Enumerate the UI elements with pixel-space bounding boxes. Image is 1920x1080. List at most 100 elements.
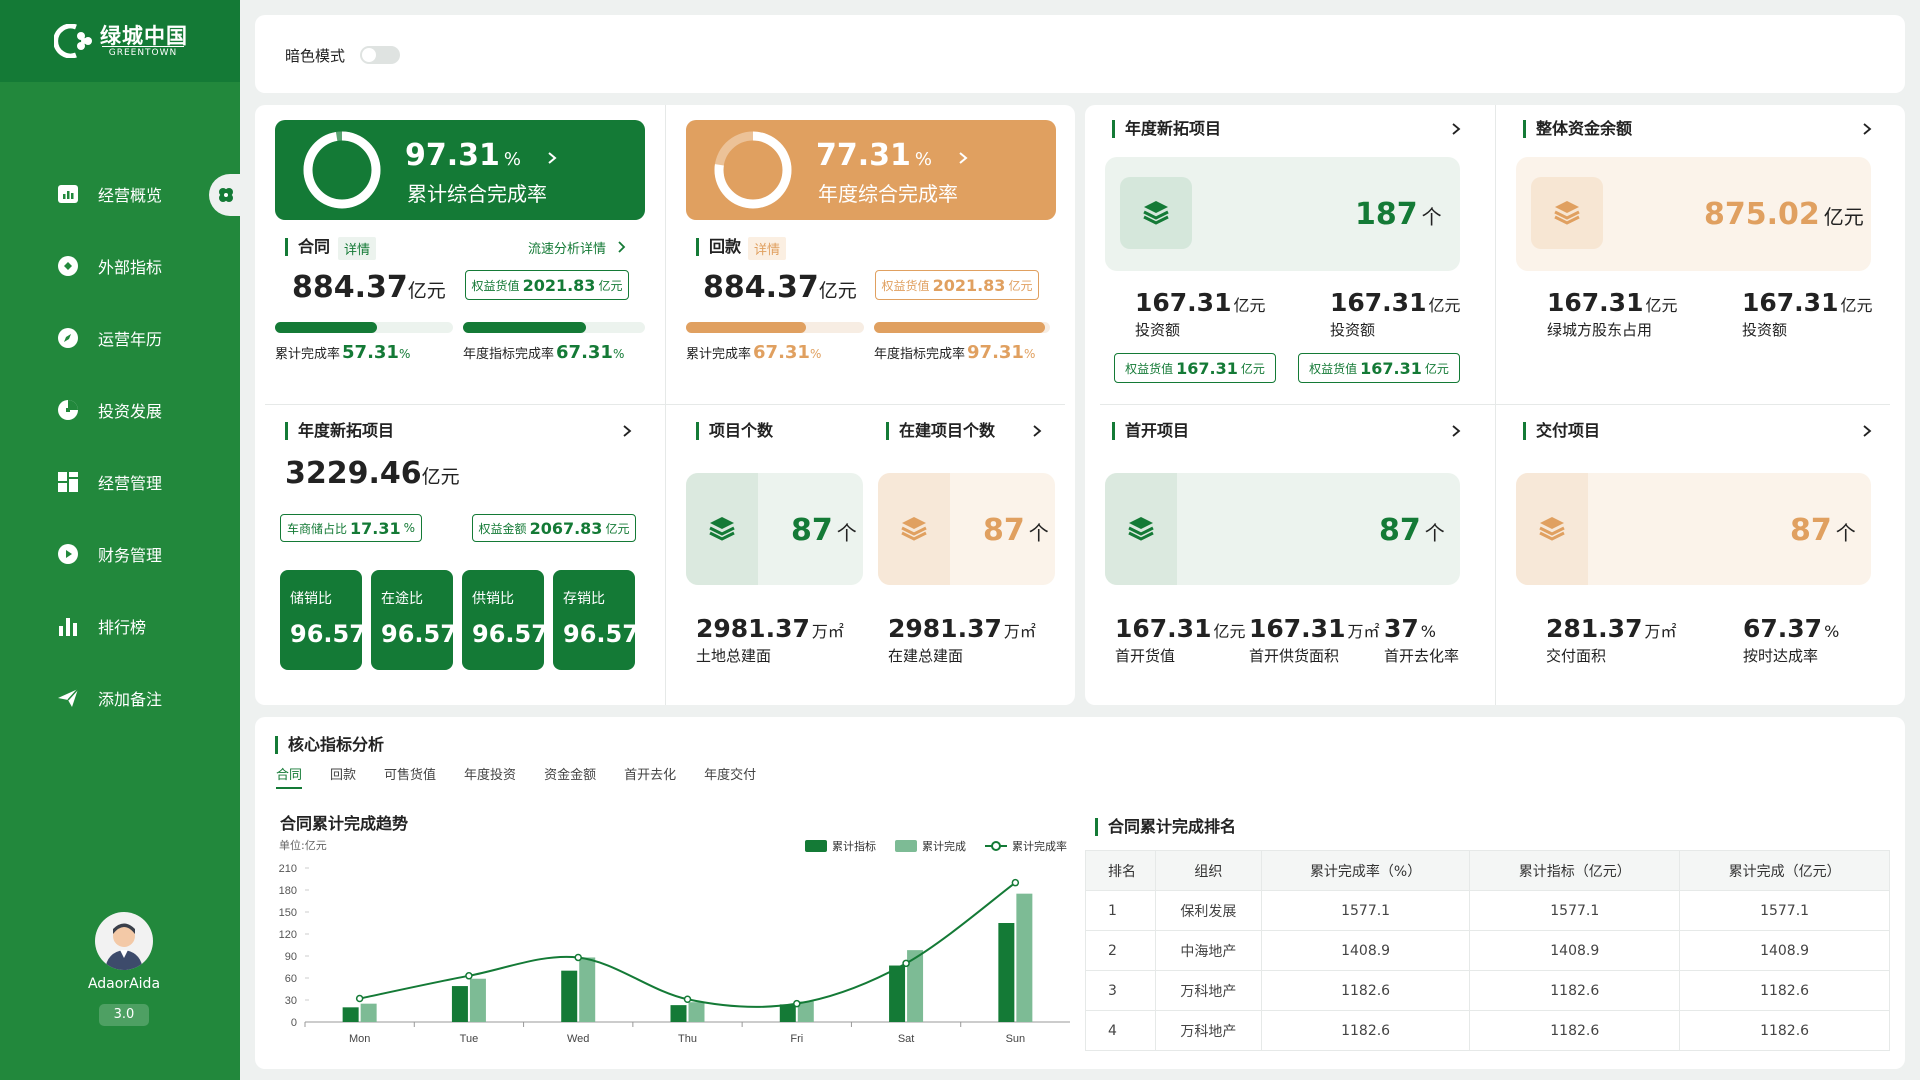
- project-count-box[interactable]: 87 个: [686, 473, 863, 585]
- building-count-box[interactable]: 87 个: [878, 473, 1055, 585]
- nav-item-notes[interactable]: 添加备注: [56, 678, 226, 718]
- nav-item-management[interactable]: 经营管理: [56, 462, 226, 502]
- contract-cum-bar: [275, 322, 453, 333]
- delivery-box[interactable]: 87 个: [1516, 473, 1871, 585]
- chevron-right-icon[interactable]: [1030, 424, 1044, 438]
- nav-item-ranking[interactable]: 排行榜: [56, 606, 226, 646]
- col-done[interactable]: 累计完成（亿元）: [1679, 850, 1890, 891]
- tab-funds[interactable]: 资金金额: [544, 764, 596, 789]
- legend-swatch: [991, 841, 1001, 851]
- payback-equity-pill: 权益货值 2021.83 亿元: [875, 270, 1039, 300]
- contract-year-bar: [463, 322, 645, 333]
- nav-item-invest[interactable]: 投资发展: [56, 390, 226, 430]
- col-rank[interactable]: 排名: [1085, 850, 1156, 891]
- legend-label: 累计指标: [832, 839, 876, 853]
- legend-label: 累计完成率: [1012, 839, 1067, 853]
- nav-label: 排行榜: [98, 618, 147, 637]
- nav-item-finance[interactable]: 财务管理: [56, 534, 226, 574]
- greentown-logo-icon: [54, 24, 92, 58]
- dark-mode-label: 暗色模式: [285, 47, 346, 65]
- ratio-tile[interactable]: 存销比 96.57: [553, 570, 639, 670]
- new-projects-pill-equity: 权益金额 2067.83 亿元: [472, 514, 636, 542]
- nav-item-overview[interactable]: 经营概览: [56, 174, 226, 214]
- bar-done: [688, 1002, 705, 1022]
- chevron-right-icon[interactable]: [1860, 122, 1874, 136]
- avatar[interactable]: [95, 912, 153, 970]
- building-count-title: 在建项目个数: [886, 422, 995, 440]
- table-row[interactable]: 1 保利发展 1577.1 1577.1 1577.1: [1085, 890, 1890, 931]
- brand-name-en: GREENTOWN: [102, 46, 184, 58]
- y-tick-label: 90: [285, 951, 297, 963]
- play-icon: [58, 544, 78, 564]
- bar-target: [451, 986, 468, 1022]
- ratio-tile[interactable]: 供销比 96.57: [462, 570, 548, 670]
- tab-payback[interactable]: 回款: [330, 764, 356, 789]
- bar-target: [561, 970, 578, 1022]
- delivery-area-stat: 281.37 万㎡ 交付面积: [1546, 614, 1677, 665]
- rate-point: [793, 999, 801, 1008]
- payback-detail-tag[interactable]: 详情: [748, 237, 787, 260]
- y-tick-label: 30: [285, 995, 297, 1007]
- contract-hero-pct: 97.31: [405, 138, 500, 173]
- table-row[interactable]: 4 万科地产 1182.6 1182.6 1182.6: [1085, 1010, 1890, 1051]
- payback-hero[interactable]: 77.31% 年度综合完成率: [686, 120, 1056, 220]
- equity-pill: 权益货值 167.31 亿元: [1114, 353, 1276, 383]
- sidebar-collapse-button[interactable]: [209, 174, 243, 216]
- top-bar: 暗色模式: [255, 15, 1905, 93]
- core-tabs: 合同 回款 可售货值 年度投资 资金金额 首开去化 年度交付: [276, 764, 784, 789]
- delivery-title: 交付项目: [1523, 422, 1600, 440]
- chevron-right-icon[interactable]: [1449, 122, 1463, 136]
- new-projects-count-box[interactable]: 187 个: [1105, 157, 1460, 271]
- rate-point: [355, 994, 364, 1003]
- rate-point: [683, 995, 692, 1004]
- payback-hero-pct: 77.31: [816, 138, 911, 173]
- nav-label: 投资发展: [98, 402, 163, 421]
- col-org[interactable]: 组织: [1155, 850, 1262, 891]
- chevron-right-icon[interactable]: [620, 424, 634, 438]
- bar-target: [998, 923, 1015, 1022]
- first-open-rate-stat: 37% 首开去化率: [1384, 614, 1460, 665]
- user-name: AdaorAida: [87, 976, 161, 992]
- dark-mode-toggle[interactable]: [360, 46, 400, 64]
- ranking-table: 排名 组织 累计完成率（%） 累计指标（亿元） 累计完成（亿元） 1 保利发展 15…: [1085, 850, 1890, 1051]
- tab-first-open[interactable]: 首开去化: [624, 764, 676, 789]
- ratio-tile[interactable]: 储销比 96.57: [280, 570, 366, 670]
- tab-annual-invest[interactable]: 年度投资: [464, 764, 516, 789]
- funds-title: 整体资金余额: [1523, 120, 1632, 138]
- nav-item-calendar[interactable]: 运营年历: [56, 318, 226, 358]
- first-open-box[interactable]: 87 个: [1105, 473, 1460, 585]
- toggle-knob: [362, 48, 376, 62]
- nav-label: 经营概览: [98, 186, 163, 205]
- col-rate[interactable]: 累计完成率（%）: [1260, 850, 1471, 891]
- chevron-right-icon[interactable]: [1860, 424, 1874, 438]
- table-row[interactable]: 3 万科地产 1182.6 1182.6 1182.6: [1085, 970, 1890, 1011]
- rate-point: [465, 972, 473, 980]
- legend-swatch: [805, 840, 827, 852]
- rate-point: [1011, 878, 1020, 887]
- chevron-right-icon[interactable]: [1449, 424, 1463, 438]
- invest-stat: 167.31 亿元 投资额: [1330, 288, 1461, 339]
- tab-delivery[interactable]: 年度交付: [704, 764, 756, 789]
- contract-detail-tag[interactable]: 详情: [338, 237, 377, 260]
- layers-icon: [709, 517, 735, 541]
- col-target[interactable]: 累计指标（亿元）: [1469, 850, 1681, 891]
- x-tick-label: Thu: [678, 1033, 697, 1045]
- project-count-title: 项目个数: [696, 422, 773, 440]
- table-row[interactable]: 2 中海地产 1408.9 1408.9 1408.9: [1085, 930, 1890, 971]
- ratio-tile[interactable]: 在途比 96.57: [371, 570, 457, 670]
- contract-equity-pill: 权益货值 2021.83 亿元: [465, 270, 629, 300]
- nav-label: 外部指标: [98, 258, 163, 277]
- pie-icon: [58, 400, 78, 420]
- funds-box[interactable]: 875.02 亿元: [1516, 157, 1871, 271]
- contract-hero[interactable]: 97.31% 累计综合完成率: [275, 120, 645, 220]
- x-tick-label: Sun: [1006, 1033, 1026, 1045]
- nav-item-external[interactable]: 外部指标: [56, 246, 226, 286]
- contract-cum-rate: 累计完成率 57.31%: [275, 342, 411, 363]
- ranking-title: 合同累计完成排名: [1095, 818, 1236, 836]
- bar-target: [889, 965, 906, 1022]
- disc-icon: [58, 256, 78, 276]
- tab-saleable[interactable]: 可售货值: [384, 764, 436, 789]
- layers-icon: [1143, 201, 1169, 225]
- tab-contract[interactable]: 合同: [276, 764, 303, 789]
- flow-analysis-link[interactable]: 流速分析详情: [528, 238, 628, 257]
